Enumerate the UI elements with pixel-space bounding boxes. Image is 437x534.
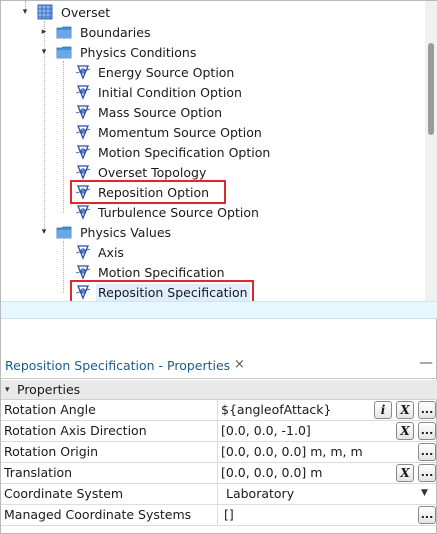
property-value[interactable]: [0.0, 0.0, 0.0] m [221,465,322,480]
tree-item-label: Energy Source Option [98,64,235,80]
info-button[interactable]: i [374,401,392,419]
tree-item-motion-specification[interactable]: Motion Specification [1,262,421,282]
column-divider [217,505,218,526]
tree-item-label: Turbulence Source Option [98,204,259,220]
app-window: ▾ Overset ▸ Boundaries ▾ Physics Conditi… [0,0,437,534]
simulation-tree: ▾ Overset ▸ Boundaries ▾ Physics Conditi… [1,1,437,301]
tab-title: Reposition Specification - Properties [5,358,231,373]
physics-value-icon [75,245,91,260]
folder-icon [56,226,72,239]
minimize-icon[interactable]: — [419,355,433,371]
tree-item-label: Axis [98,244,124,260]
property-value[interactable]: [0.0, 0.0, -1.0] [221,423,311,438]
property-name: Rotation Axis Direction [4,423,147,438]
tree-item-physics-conditions[interactable]: ▾ Physics Conditions [1,42,421,62]
tree-item-boundaries[interactable]: ▸ Boundaries [1,22,421,42]
close-icon[interactable]: × [234,357,245,372]
tree-item-initial-condition-option[interactable]: Initial Condition Option [1,82,421,102]
clear-button[interactable]: X [396,401,414,419]
tree-item-label: Motion Specification Option [98,144,271,160]
tree-item-label: Boundaries [80,24,151,40]
property-name: Rotation Angle [4,402,96,417]
property-row-rotation-angle[interactable]: Rotation Angle ${angleofAttack} i X ... [1,400,437,421]
tree-item-label: Initial Condition Option [98,84,242,100]
tree-item-motion-specification-option[interactable]: Motion Specification Option [1,142,421,162]
coordinate-system-select[interactable]: Laboratory [226,486,294,501]
property-name: Coordinate System [4,486,124,501]
highlight-box [70,180,226,204]
more-button[interactable]: ... [418,422,436,440]
expand-arrow-icon[interactable]: ▸ [39,27,49,37]
tree-item-label: Momentum Source Option [98,124,262,140]
overset-region-icon [37,4,53,20]
more-button[interactable]: ... [418,443,436,461]
tree-scrollbar-thumb[interactable] [428,43,434,135]
physics-value-icon [75,265,91,280]
clear-button[interactable]: X [396,422,414,440]
tree-item-label: Overset [61,4,111,20]
physics-condition-icon [75,145,91,160]
collapse-arrow-icon[interactable]: ▾ [39,47,49,57]
more-button[interactable]: ... [418,464,436,482]
section-label: Properties [17,382,81,397]
tree-item-label: Physics Conditions [80,44,197,60]
dropdown-arrow-icon[interactable]: ▼ [421,488,428,498]
tree-item-overset[interactable]: ▾ Overset [1,2,421,22]
tree-item-overset-topology[interactable]: Overset Topology [1,162,421,182]
property-value[interactable]: ${angleofAttack} [221,402,332,417]
column-divider [217,442,218,463]
tree-item-label: Mass Source Option [98,104,223,120]
property-row-coordinate-system[interactable]: Coordinate System Laboratory ▼ [1,484,437,505]
column-divider [217,463,218,484]
property-value[interactable]: [0.0, 0.0, 0.0] m, m, m [221,444,363,459]
physics-condition-icon [75,85,91,100]
tree-item-energy-source-option[interactable]: Energy Source Option [1,62,421,82]
physics-condition-icon [75,125,91,140]
property-row-rotation-origin[interactable]: Rotation Origin [0.0, 0.0, 0.0] m, m, m … [1,442,437,463]
property-value[interactable]: [] [224,507,234,522]
column-divider [217,484,218,505]
tree-item-physics-values[interactable]: ▾ Physics Values [1,222,421,242]
tree-item-momentum-source-option[interactable]: Momentum Source Option [1,122,421,142]
clear-button[interactable]: X [396,464,414,482]
tree-item-mass-source-option[interactable]: Mass Source Option [1,102,421,122]
folder-icon [56,46,72,59]
status-band [1,301,437,319]
property-name: Rotation Origin [4,444,99,459]
property-row-translation[interactable]: Translation [0.0, 0.0, 0.0] m X ... [1,463,437,484]
property-name: Translation [4,465,73,480]
highlight-box [70,280,254,301]
tree-item-label: Overset Topology [98,164,207,180]
physics-condition-icon [75,65,91,80]
property-row-rotation-axis-direction[interactable]: Rotation Axis Direction [0.0, 0.0, -1.0]… [1,421,437,442]
properties-tab[interactable]: Reposition Specification - Properties × … [1,353,437,379]
tree-scrollbar[interactable] [425,1,437,301]
folder-icon [56,26,72,39]
collapse-arrow-icon[interactable]: ▾ [5,385,17,395]
tree-item-label: Motion Specification [98,264,225,280]
tree-item-turbulence-source-option[interactable]: Turbulence Source Option [1,202,421,222]
column-divider [217,421,218,442]
property-name: Managed Coordinate Systems [4,507,192,522]
collapse-arrow-icon[interactable]: ▾ [39,227,49,237]
collapse-arrow-icon[interactable]: ▾ [20,7,30,17]
properties-section-header[interactable]: ▾ Properties [1,380,437,400]
column-divider [217,400,218,421]
tree-item-label: Physics Values [80,224,172,240]
physics-condition-icon [75,105,91,120]
property-row-managed-coordinate-systems[interactable]: Managed Coordinate Systems [] ... [1,505,437,526]
tree-item-axis[interactable]: Axis [1,242,421,262]
more-button[interactable]: ... [418,506,436,524]
physics-condition-icon [75,165,91,180]
physics-condition-icon [75,205,91,220]
more-button[interactable]: ... [418,401,436,419]
